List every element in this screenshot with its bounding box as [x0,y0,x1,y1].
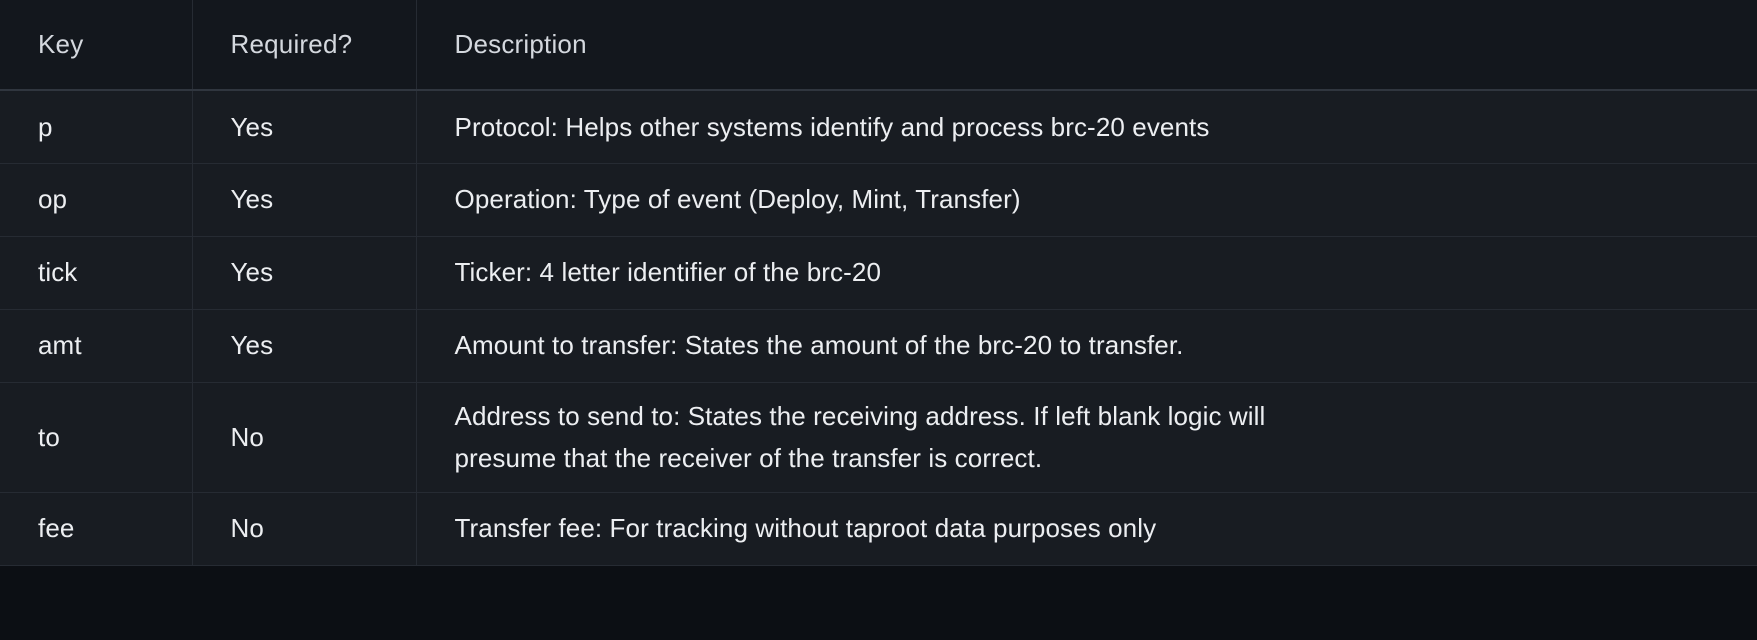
table-header: Key Required? Description [0,0,1757,91]
cell-key: op [0,163,193,237]
description-line: Protocol: Helps other systems identify a… [454,111,1210,142]
cell-description: Operation: Type of event (Deploy, Mint, … [416,163,1757,237]
description-line: Operation: Type of event (Deploy, Mint, … [454,184,1021,215]
description-line: Address to send to: States the receiving… [454,400,1266,431]
cell-required: No [192,382,417,493]
description-line: Ticker: 4 letter identifier of the brc-2… [454,257,882,288]
spec-table-container: Key Required? Description p Yes Protocol… [0,0,1757,566]
table-body: p Yes Protocol: Helps other systems iden… [0,90,1757,566]
cell-required: Yes [192,163,417,237]
column-header-description: Description [416,0,1757,91]
brc20-key-table: Key Required? Description p Yes Protocol… [0,0,1757,566]
cell-description: Address to send to: States the receiving… [416,382,1757,493]
cell-key: amt [0,309,193,383]
table-row: amt Yes Amount to transfer: States the a… [0,309,1757,383]
column-header-required: Required? [192,0,417,91]
description-line: presume that the receiver of the transfe… [454,443,1043,473]
cell-key: fee [0,492,193,566]
cell-required: Yes [192,309,417,383]
cell-description: Amount to transfer: States the amount of… [416,309,1757,383]
cell-description: Ticker: 4 letter identifier of the brc-2… [416,236,1757,310]
table-row: tick Yes Ticker: 4 letter identifier of … [0,236,1757,310]
cell-required: Yes [192,90,417,164]
table-header-row: Key Required? Description [0,0,1757,91]
description-line: Amount to transfer: States the amount of… [454,330,1184,361]
cell-key: to [0,382,193,493]
table-row: op Yes Operation: Type of event (Deploy,… [0,163,1757,237]
brc20-transfer-key-table-page: 律动 BLOCKBEATS Key Required? Description … [0,0,1757,640]
cell-description: Transfer fee: For tracking without tapro… [416,492,1757,566]
cell-required: Yes [192,236,417,310]
cell-key: tick [0,236,193,310]
description-line: Transfer fee: For tracking without tapro… [454,513,1157,544]
cell-key: p [0,90,193,164]
table-row: p Yes Protocol: Helps other systems iden… [0,90,1757,164]
cell-required: No [192,492,417,566]
table-row: to No Address to send to: States the rec… [0,382,1757,493]
table-row: fee No Transfer fee: For tracking withou… [0,492,1757,566]
cell-description: Protocol: Helps other systems identify a… [416,90,1757,164]
column-header-key: Key [0,0,193,91]
